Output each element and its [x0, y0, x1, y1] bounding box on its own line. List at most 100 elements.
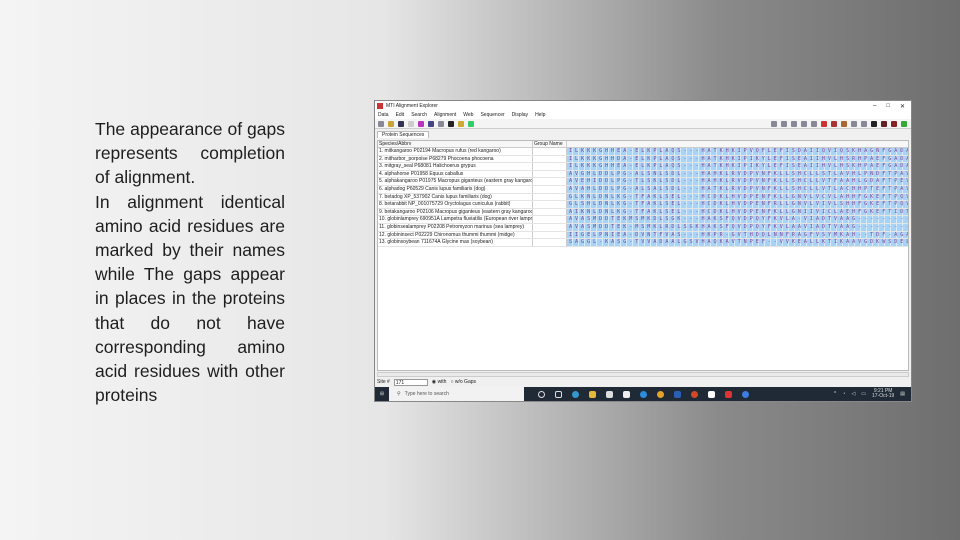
new-icon[interactable] [378, 120, 384, 127]
find-motif-icon[interactable] [901, 120, 907, 127]
table-row[interactable]: 10. globinlamprey 690951A Lampetra fluvi… [378, 216, 908, 224]
group-name[interactable] [533, 185, 567, 193]
taskbar-search[interactable]: ⚲ Type here to search [389, 387, 524, 401]
menu-help[interactable]: Help [535, 112, 545, 118]
undo-icon[interactable] [771, 120, 777, 127]
table-row[interactable]: 4. alphahorse P01958 Equus caballus AVGHL… [378, 170, 908, 179]
sequence[interactable]: AVAHLDDLPG-ALSALSDL---HATKLRVDPVNFKLLSHC… [567, 185, 908, 193]
horizontal-scrollbar[interactable] [377, 372, 909, 377]
table-row[interactable]: 3. mitgray_seal P68081 Halichoerus grypu… [378, 163, 908, 171]
group-name[interactable] [533, 193, 567, 201]
app-icon[interactable] [742, 390, 749, 398]
table-row[interactable]: 8. betarabbit NP_001075729 Oryctolagus c… [378, 201, 908, 209]
group-name[interactable] [533, 170, 567, 178]
print-icon[interactable] [408, 120, 414, 127]
menu-search[interactable]: Search [411, 112, 427, 118]
delete-icon[interactable] [811, 120, 817, 127]
volume-icon[interactable]: ◁ [851, 391, 855, 397]
cut-icon[interactable] [791, 120, 797, 127]
sequence[interactable]: AIKNLDNLKG-TFAKLSEL---HCDKLHVDPENFKLLGNI… [567, 208, 908, 216]
group-name[interactable] [533, 216, 567, 223]
sequence[interactable]: ILKKKGHHDA-ELKPLAQS---HATKHKIPIKYLEFISEA… [567, 155, 908, 163]
table-row[interactable]: 13. globinsoybean 711674A Glycine max (s… [378, 239, 908, 247]
green-icon[interactable] [468, 120, 474, 127]
color-icon[interactable] [841, 120, 847, 127]
without-gaps-radio[interactable]: ○ w/o Gaps [450, 379, 476, 385]
w-icon[interactable] [448, 120, 454, 127]
sequence[interactable]: IIGELPNIEA-DVNTFVAS---HKPR-GVTHDQLNNFRAG… [567, 231, 908, 239]
right-arrow-icon[interactable] [861, 120, 867, 127]
group-name[interactable] [533, 239, 567, 246]
web-icon[interactable] [428, 120, 434, 127]
find-next-icon[interactable] [881, 120, 887, 127]
sequence[interactable]: GLKNLDNLKG-TFAKLSEL---HCDKLHVDPENFKLLGNV… [567, 193, 908, 201]
file-explorer-icon[interactable] [589, 390, 596, 398]
copy-icon[interactable] [781, 120, 787, 127]
table-row[interactable]: 7. betadog XP_537902 Canis lupus familia… [378, 193, 908, 202]
menu-data[interactable]: Data [378, 112, 389, 118]
group-name[interactable] [533, 223, 567, 231]
group-name[interactable] [533, 208, 567, 216]
group-name[interactable] [533, 201, 567, 208]
sequence[interactable]: GLSHLDNLKG-TFAKLSEL---HCDKLHVDPENFRLLGNV… [567, 201, 908, 208]
menu-alignment[interactable]: Alignment [434, 112, 456, 118]
battery-icon[interactable]: ▭ [861, 391, 866, 397]
open-icon[interactable] [388, 120, 394, 127]
left-arrow-icon[interactable] [851, 120, 857, 127]
maximize-button[interactable]: □ [886, 103, 890, 110]
find-prev-icon[interactable] [891, 120, 897, 127]
gap-icon[interactable] [821, 120, 827, 127]
globe-icon[interactable] [572, 390, 579, 398]
table-row[interactable]: 9. betakangaroo P02106 Macropus giganteu… [378, 208, 908, 217]
mega-icon[interactable] [725, 390, 732, 398]
edge-icon[interactable] [640, 390, 647, 398]
menu-display[interactable]: Display [512, 112, 528, 118]
store-icon[interactable] [623, 390, 630, 398]
powerpoint-icon[interactable] [691, 390, 698, 398]
menu-edit[interactable]: Edit [396, 112, 405, 118]
sequence[interactable]: AVASMDDTEKMSMKDLSGK---HAKSFQVDPQYFKVLA-V… [567, 216, 908, 223]
table-row[interactable]: 12. globininsect P02229 Chironomus thumm… [378, 231, 908, 240]
table-row[interactable]: 2. mitharbor_porpoise P68279 Phocoena ph… [378, 155, 908, 164]
close-button[interactable]: ✕ [900, 103, 905, 110]
sequence[interactable]: AVASMDDTEK-MSMKLRDLSGKHAKSFQVDPQYFKVLAAV… [567, 223, 908, 231]
tab-protein-sequences[interactable]: Protein Sequences [377, 131, 430, 138]
align-icon[interactable] [418, 120, 424, 127]
windows-start-icon[interactable]: ⊞ [375, 391, 389, 397]
table-row[interactable]: 6. alphadog P60529 Canis lupus familiari… [378, 185, 908, 194]
table-row[interactable]: 11. globinsealamprey P02208 Petromyzon m… [378, 223, 908, 232]
notifications-icon[interactable]: ▤ [900, 391, 905, 397]
group-name[interactable] [533, 155, 567, 163]
sequence[interactable]: AVEHIDDLPG-TLSKLSDL---HAHKLRVDPVNFKLLSHC… [567, 178, 908, 185]
chevron-up-icon[interactable]: ^ [834, 391, 836, 397]
group-column-header[interactable]: Group Name [533, 141, 567, 147]
word-icon[interactable] [674, 390, 681, 398]
cortana-icon[interactable] [538, 390, 545, 398]
menu-sequencer[interactable]: Sequencer [480, 112, 504, 118]
paste-icon[interactable] [801, 120, 807, 127]
with-gaps-radio[interactable]: ◉ with [432, 379, 447, 385]
table-row[interactable]: 1. mitkangaroo P02194 Macropus rufus (re… [378, 148, 908, 156]
mail-icon[interactable] [606, 390, 613, 398]
sequence[interactable]: AVGHLDDLPG-ALSNLSDL---HAHKLRVDPVNFKLLSHC… [567, 170, 908, 178]
minimize-button[interactable]: – [873, 103, 876, 110]
mark-icon[interactable] [831, 120, 837, 127]
sequencer-icon[interactable] [438, 120, 444, 127]
sequence[interactable]: ILKKKGHHEA-ELKPLAQS---HATKHKIPVQFLEFISDA… [567, 148, 908, 155]
network-icon[interactable]: ◔ [842, 391, 845, 397]
photos-icon[interactable] [708, 390, 715, 398]
sequence[interactable]: ILKKKGHHEA-ELKPLAQS---HATKHKIPIKYLEFISEA… [567, 163, 908, 170]
chrome-icon[interactable] [657, 390, 664, 398]
muscle-icon[interactable] [458, 120, 464, 127]
group-name[interactable] [533, 231, 567, 239]
table-row[interactable]: 5. alphakangaroo P01975 Macropus gigante… [378, 178, 908, 186]
species-column-header[interactable]: Species/Abbrv [378, 141, 533, 147]
find-icon[interactable] [871, 120, 877, 127]
clock[interactable]: 9:21 PM 17-Oct-19 [872, 389, 894, 399]
group-name[interactable] [533, 163, 567, 170]
sequence[interactable]: SAGGL-KASG-TVVADAALGSVHAQKAVTNPEF--VVKEA… [567, 239, 908, 246]
site-input[interactable]: 171 [393, 378, 428, 386]
group-name[interactable] [533, 148, 567, 155]
save-icon[interactable] [398, 120, 404, 127]
menu-web[interactable]: Web [463, 112, 473, 118]
